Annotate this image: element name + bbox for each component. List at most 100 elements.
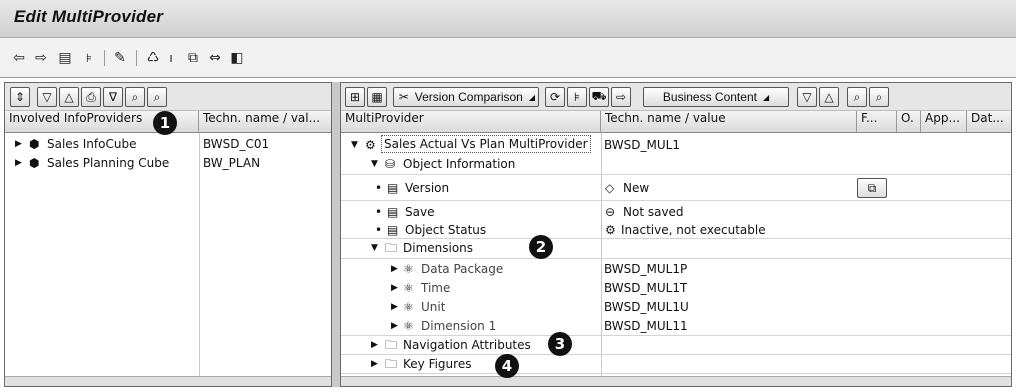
pencil-icon[interactable]: ✎	[111, 47, 129, 69]
expand-arrow-icon[interactable]: ▶	[371, 354, 378, 374]
collapse-arrow-icon[interactable]: ▼	[351, 135, 358, 155]
expand-icon[interactable]: ⇕	[10, 87, 30, 107]
toolbar-separator	[104, 50, 105, 66]
callout-badge-4: 4	[495, 354, 519, 378]
row-divider	[341, 373, 1011, 374]
tree-row-version[interactable]: • ▤ Version ◇ New ⧉	[341, 176, 1011, 200]
column-header-techn-name[interactable]: Techn. name / val...	[199, 111, 331, 133]
transport-icon[interactable]: ⇔	[206, 47, 224, 69]
tree-row-object-status[interactable]: • ▤ Object Status ⚙ Inactive, not execut…	[341, 220, 1011, 240]
display-icon[interactable]: ▤	[56, 47, 74, 69]
tree-row-sales-planning-cube[interactable]: ▶ ⬢ Sales Planning Cube BW_PLAN	[5, 153, 331, 173]
activate-icon[interactable]: ♺	[144, 47, 162, 69]
column-header-dat[interactable]: Dat...	[967, 111, 1011, 133]
tree-row-object-information[interactable]: ▼ ⛁ Object Information	[341, 154, 1011, 174]
collapse-arrow-icon[interactable]: ▼	[371, 238, 378, 258]
column-header-o[interactable]: O.	[897, 111, 921, 133]
business-content-button[interactable]: Business Content ◢	[643, 87, 789, 107]
find-icon[interactable]: ⌕	[125, 87, 145, 107]
row-label: Time	[421, 281, 451, 295]
back-arrow-icon[interactable]: ⇦	[10, 47, 28, 69]
folder-icon: 🗀	[385, 338, 398, 352]
collapse-arrow-icon[interactable]: ▼	[371, 154, 378, 174]
expand-arrow-icon[interactable]: ▶	[391, 316, 398, 336]
expand-arrow-icon[interactable]: ▶	[15, 134, 22, 154]
expand-arrow-icon[interactable]: ▶	[391, 297, 398, 317]
row-label: Sales Actual Vs Plan MultiProvider	[381, 135, 591, 153]
row-label: Unit	[421, 300, 446, 314]
object-information-icon: ⛁	[385, 157, 396, 171]
row-label: Data Package	[421, 262, 504, 276]
bullet-icon: •	[375, 181, 383, 195]
object-directory-icon[interactable]: ⧉	[184, 47, 202, 69]
column-header-multiprovider[interactable]: MultiProvider	[341, 111, 601, 133]
dropdown-arrow-icon: ◢	[528, 92, 535, 102]
expand-arrow-icon[interactable]: ▶	[15, 153, 22, 173]
right-pane-toolbar: ⊞ ▦ ✂ Version Comparison ◢ ⟳ ⊧ ⛟ ⇨ Busin…	[341, 83, 1011, 111]
hierarchy-icon[interactable]: ⊧	[80, 47, 98, 69]
dimension-icon: ⚛	[403, 281, 414, 295]
row-value: Inactive, not executable	[621, 223, 766, 237]
expand-all-icon[interactable]: △	[59, 87, 79, 107]
callout-badge-1: 1	[153, 111, 177, 135]
infocube-icon: ⬢	[29, 156, 40, 170]
tree-row-data-package[interactable]: ▶ ⚛ Data Package BWSD_MUL1P	[341, 259, 1011, 279]
horizontal-scrollbar[interactable]	[341, 376, 1011, 386]
infocube-icon: ⬢	[29, 137, 40, 151]
print-icon[interactable]: ⎙	[81, 87, 101, 107]
tree-row-root[interactable]: ▼ ⚙ Sales Actual Vs Plan MultiProvider B…	[341, 135, 1011, 155]
tree-icon[interactable]: ⊧	[567, 87, 587, 107]
tree-row-save[interactable]: • ▤ Save ⊖ Not saved	[341, 202, 1011, 222]
refresh-icon[interactable]: ⟳	[545, 87, 565, 107]
row-label: Object Information	[403, 157, 516, 171]
tree-row-navigation-attributes[interactable]: ▶ 🗀 Navigation Attributes	[341, 335, 1011, 355]
document-icon: ▤	[387, 223, 399, 237]
save-status-icon: ⊖	[605, 205, 616, 219]
callout-badge-3: 3	[548, 332, 572, 356]
forward-arrow-icon[interactable]: ⇨	[32, 47, 50, 69]
row-label: Sales InfoCube	[47, 137, 137, 151]
bullet-icon: •	[375, 223, 383, 237]
callout-badge-2: 2	[529, 235, 553, 259]
expand-arrow-icon[interactable]: ▶	[371, 335, 378, 355]
collapse-all-icon[interactable]: ▽	[37, 87, 57, 107]
expand-arrow-icon[interactable]: ▶	[391, 259, 398, 279]
page-title: Edit MultiProvider	[14, 7, 164, 26]
row-label: Dimensions	[403, 241, 474, 255]
navigate-icon[interactable]: ⇨	[611, 87, 631, 107]
expand-all-icon[interactable]: △	[819, 87, 839, 107]
documents-icon[interactable]: ◧	[228, 47, 246, 69]
version-status-icon: ◇	[605, 181, 615, 195]
row-divider	[341, 200, 1011, 201]
transport-icon[interactable]: ⛟	[589, 87, 609, 107]
row-label: Key Figures	[403, 357, 472, 371]
column-header-app[interactable]: App...	[921, 111, 967, 133]
row-value: BWSD_MUL1U	[604, 300, 689, 314]
details-icon[interactable]: ▦	[367, 87, 387, 107]
find-next-icon[interactable]: ⌕	[869, 87, 889, 107]
collapse-all-icon[interactable]: ▽	[797, 87, 817, 107]
row-divider	[341, 174, 1011, 175]
tree-row-dimension-1[interactable]: ▶ ⚛ Dimension 1 BWSD_MUL11	[341, 316, 1011, 336]
inactive-status-icon: ⚙	[605, 223, 616, 237]
version-comparison-button[interactable]: ✂ Version Comparison ◢	[393, 87, 539, 107]
tree-row-time[interactable]: ▶ ⚛ Time BWSD_MUL1T	[341, 278, 1011, 298]
pane-splitter[interactable]	[332, 82, 340, 387]
tree-row-key-figures[interactable]: ▶ 🗀 Key Figures	[341, 354, 1011, 374]
find-next-icon[interactable]: ⌕	[147, 87, 167, 107]
tree-row-sales-infocube[interactable]: ▶ ⬢ Sales InfoCube BWSD_C01	[5, 134, 331, 154]
tree-row-unit[interactable]: ▶ ⚛ Unit BWSD_MUL1U	[341, 297, 1011, 317]
expand-arrow-icon[interactable]: ▶	[391, 278, 398, 298]
multiprovider-icon: ⚙	[365, 138, 376, 152]
horizontal-scrollbar[interactable]	[5, 376, 331, 386]
hierarchy-icon[interactable]: ⊞	[345, 87, 365, 107]
row-label: Save	[405, 205, 435, 219]
column-header-techn-name[interactable]: Techn. name / value	[601, 111, 857, 133]
document-icon: ▤	[387, 181, 399, 195]
tree-row-dimensions[interactable]: ▼ 🗀 Dimensions	[341, 238, 1011, 258]
copy-version-button[interactable]: ⧉	[857, 178, 887, 198]
filter-icon[interactable]: ∇	[103, 87, 123, 107]
find-icon[interactable]: ⌕	[847, 87, 867, 107]
column-header-f[interactable]: F...	[857, 111, 897, 133]
info-icon[interactable]: ı	[166, 47, 176, 69]
